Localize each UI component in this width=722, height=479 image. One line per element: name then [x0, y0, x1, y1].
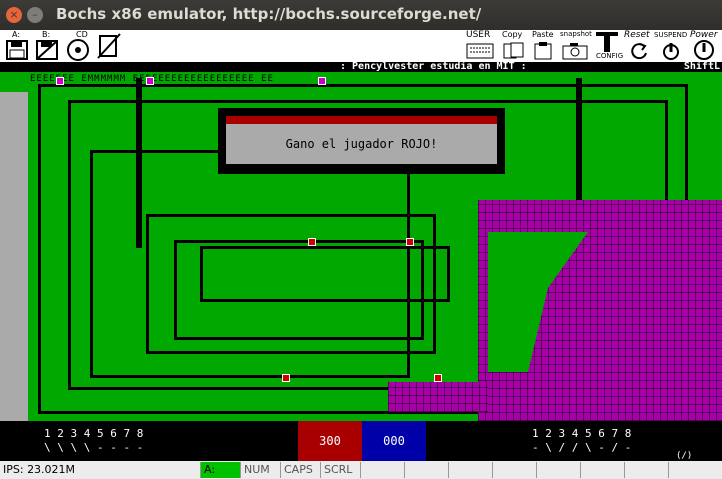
floppy-icon	[36, 40, 58, 60]
game-status-line: : Pencylvester estudia en MIT : ShiftL	[0, 62, 722, 72]
paste-button[interactable]: Paste	[532, 30, 558, 62]
drive-indicator: A:	[200, 462, 240, 478]
field-left-border	[0, 92, 28, 421]
config-button[interactable]: CONFIG	[594, 30, 624, 62]
purple-area	[388, 382, 488, 412]
suspend-icon	[663, 43, 679, 60]
game-status-title: : Pencylvester estudia en MIT :	[340, 62, 527, 72]
red-score: 300	[298, 421, 362, 461]
caps-lock-indicator: CAPS	[280, 462, 320, 478]
keyboard-icon	[466, 43, 494, 59]
game-status-shift: ShiftL	[683, 62, 720, 72]
snapshot-button[interactable]: snapshot	[560, 30, 592, 62]
status-slot	[404, 462, 448, 478]
winner-dialog: Gano el jugador ROJO!	[218, 108, 505, 174]
camera-icon	[562, 43, 588, 60]
floppy-b-button[interactable]: B:	[34, 30, 60, 62]
power-button[interactable]: Power	[690, 30, 720, 62]
right-player-keys: 1 2 3 4 5 6 7 8	[532, 427, 632, 440]
window-title: Bochs x86 emulator, http://bochs.sourcef…	[56, 5, 482, 23]
toolbar: A: B: CD USER Copy Paste snapshot CONFIG…	[0, 30, 722, 62]
paste-label: Paste	[532, 30, 554, 39]
num-lock-indicator: NUM	[240, 462, 280, 478]
user-button[interactable]: USER	[466, 30, 496, 62]
red-marker	[434, 374, 442, 382]
suspend-label: SUSPEND	[654, 31, 688, 39]
reset-icon	[631, 43, 647, 60]
dialog-message: Gano el jugador ROJO!	[226, 124, 497, 164]
status-bar: IPS: 23.021M A: NUM CAPS SCRL	[0, 461, 722, 479]
copy-button[interactable]: Copy	[502, 30, 528, 62]
title-bar: × – Bochs x86 emulator, http://bochs.sou…	[0, 0, 722, 30]
config-label: CONFIG	[596, 52, 624, 60]
trail-column	[136, 78, 142, 248]
minimize-button[interactable]: –	[27, 7, 43, 23]
purple-marker	[56, 77, 64, 85]
left-player-keys: 1 2 3 4 5 6 7 8	[44, 427, 144, 440]
copy-icon	[503, 42, 524, 59]
red-marker	[406, 238, 414, 246]
boot-button[interactable]	[96, 30, 124, 62]
config-icon	[596, 32, 618, 52]
purple-marker	[146, 77, 154, 85]
dialog-title-stripe	[226, 116, 497, 124]
ips-readout: IPS: 23.021M	[3, 463, 76, 476]
status-slot	[580, 462, 624, 478]
status-slot	[668, 462, 720, 478]
snapshot-label: snapshot	[560, 30, 592, 38]
close-button[interactable]: ×	[6, 7, 22, 23]
score-bar: 1 2 3 4 5 6 7 8 \ \ \ \ - - - - 300 000 …	[0, 421, 722, 461]
trail-ring	[200, 246, 450, 302]
boot-icon	[97, 33, 121, 59]
floppy-b-label: B:	[42, 30, 51, 39]
paste-icon	[534, 42, 552, 60]
cdrom-button[interactable]: CD	[64, 30, 92, 62]
status-slot	[448, 462, 492, 478]
reset-label: Reset	[624, 30, 650, 40]
cdrom-icon	[67, 39, 89, 61]
emulator-screen[interactable]: : Pencylvester estudia en MIT : ShiftL E…	[0, 62, 722, 421]
red-marker	[282, 374, 290, 382]
right-player-arrows: - \ / / \ - / -	[532, 441, 632, 454]
status-slot	[536, 462, 580, 478]
status-slot	[492, 462, 536, 478]
power-icon	[694, 40, 714, 60]
left-player-arrows: \ \ \ \ - - - -	[44, 441, 144, 454]
copy-label: Copy	[502, 30, 523, 39]
purple-marker	[318, 77, 326, 85]
status-slot	[360, 462, 404, 478]
floppy-icon	[6, 40, 28, 60]
user-label: USER	[466, 30, 491, 40]
field-corner	[0, 72, 28, 92]
scroll-lock-indicator: SCRL	[320, 462, 360, 478]
suspend-button[interactable]: SUSPEND	[654, 30, 690, 62]
blue-score: 000	[362, 421, 426, 461]
status-slot	[624, 462, 668, 478]
reset-button[interactable]: Reset	[624, 30, 654, 62]
floppy-a-button[interactable]: A:	[4, 30, 30, 62]
cdrom-label: CD	[76, 30, 88, 39]
floppy-a-label: A:	[12, 30, 21, 39]
red-marker	[308, 238, 316, 246]
